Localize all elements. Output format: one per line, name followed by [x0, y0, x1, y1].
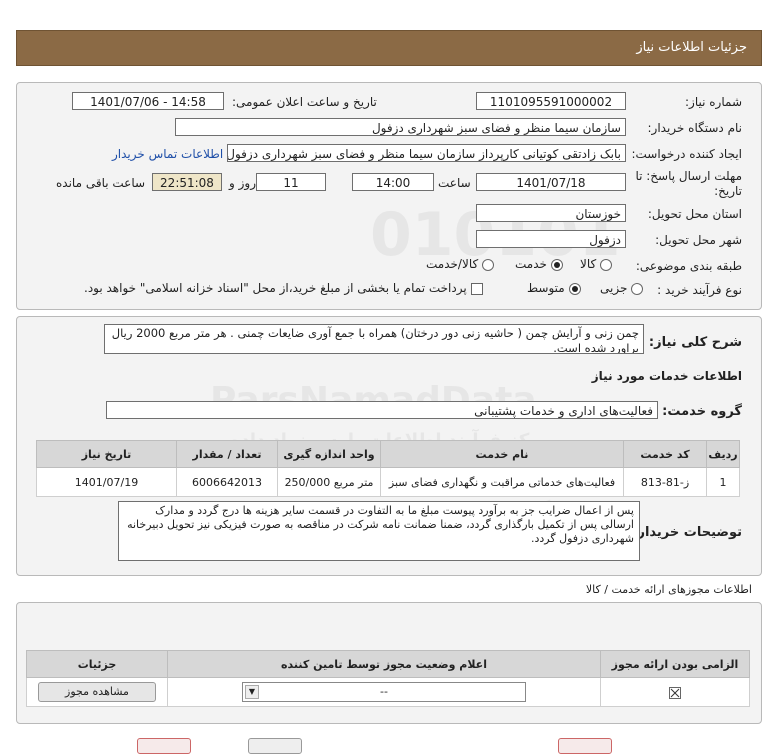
buyer-notes-text: پس از اعمال ضرایب جز به برآورد پیوست مبل… [118, 501, 640, 561]
need-number-field: 1101095591000002 [476, 92, 626, 110]
payment-text: پرداخت تمام یا بخشی از مبلغ خرید،از محل … [84, 281, 467, 295]
page-title: جزئیات اطلاعات نیاز [636, 40, 747, 55]
services-table: ردیف کد خدمت نام خدمت واحد اندازه گیری ت… [36, 440, 740, 497]
permit-required-checkbox[interactable] [669, 686, 681, 699]
category-option-both[interactable]: کالا/خدمت [426, 257, 495, 271]
category-goods-radio[interactable] [600, 258, 613, 271]
row-service-name: فعالیت‌های خدماتی مراقبت و نگهداری فضای … [380, 467, 624, 497]
services-header-row: ردیف کد خدمت نام خدمت واحد اندازه گیری ت… [36, 440, 740, 468]
row-quantity: 6006642013 [176, 467, 278, 497]
creator-field: بابک زادتقی کوتیانی کارپرداز سازمان سیما… [227, 144, 626, 162]
permit-row: ▼ -- مشاهده مجوز [26, 677, 750, 707]
buyer-notes-label: توضیحات خریدار: [632, 525, 742, 540]
process-option-minor[interactable]: جزیی [600, 281, 644, 295]
services-section-title: اطلاعات خدمات مورد نیاز [591, 369, 742, 383]
col-qty: تعداد / مقدار [176, 440, 278, 468]
category-service-radio[interactable] [550, 258, 563, 271]
row-unit: متر مربع 250/000 [277, 467, 381, 497]
col-code: کد خدمت [623, 440, 707, 468]
row-number: 1 [706, 467, 740, 497]
chevron-down-icon: ▼ [245, 685, 259, 699]
page-header: جزئیات اطلاعات نیاز [16, 30, 762, 66]
col-unit: واحد اندازه گیری [277, 440, 381, 468]
province-field: خوزستان [476, 204, 626, 222]
category-option-goods[interactable]: کالا [580, 257, 613, 271]
payment-checkbox[interactable] [470, 282, 483, 295]
col-row: ردیف [706, 440, 740, 468]
col-permit-status: اعلام وضعیت مجوز توسط تامین کننده [167, 650, 601, 678]
category-both-label: کالا/خدمت [426, 257, 479, 271]
category-both-radio[interactable] [482, 258, 495, 271]
service-group-label: گروه خدمت: [662, 404, 742, 419]
need-number-label: شماره نیاز: [685, 95, 742, 109]
buyer-field: سازمان سیما منظر و فضای سبز شهرداری دزفو… [175, 118, 626, 136]
row-code: ز-81-813 [623, 467, 707, 497]
days-field: 11 [256, 173, 326, 191]
col-permit-details: جزئیات [26, 650, 168, 678]
province-label: استان محل تحویل: [647, 207, 742, 221]
category-option-service[interactable]: خدمت [515, 257, 563, 271]
col-name: نام خدمت [380, 440, 624, 468]
category-service-label: خدمت [515, 257, 547, 271]
summary-label: شرح کلی نیاز: [648, 335, 742, 350]
permits-section-title: اطلاعات مجوزهای ارائه خدمت / کالا [585, 583, 752, 596]
creator-label: ایجاد کننده درخواست: [631, 147, 742, 161]
row-date: 1401/07/19 [36, 467, 177, 497]
col-date: تاریخ نیاز [36, 440, 177, 468]
deadline-time-field: 14:00 [352, 173, 434, 191]
deadline-date-field: 1401/07/18 [476, 173, 626, 191]
footer-button-right[interactable] [558, 738, 612, 754]
remaining-time-field: 22:51:08 [152, 173, 222, 191]
city-label: شهر محل تحویل: [655, 233, 742, 247]
footer-button-left[interactable] [137, 738, 191, 754]
process-minor-radio[interactable] [631, 282, 644, 295]
service-group-field: فعالیت‌های اداری و خدمات پشتیبانی [106, 401, 658, 419]
col-permit-required: الزامی بودن ارائه مجوز [600, 650, 750, 678]
process-minor-label: جزیی [600, 281, 628, 295]
process-medium-radio[interactable] [568, 282, 581, 295]
buyer-contact-link[interactable]: اطلاعات تماس خریدار [112, 147, 223, 161]
days-label: روز و [229, 176, 256, 190]
deadline-date-label: تاریخ: [714, 184, 742, 198]
announce-field: 1401/07/06 - 14:58 [72, 92, 224, 110]
deadline-time-label: ساعت [438, 176, 471, 190]
category-label: طبقه بندی موضوعی: [635, 259, 742, 273]
check-icon [670, 688, 680, 697]
summary-text: چمن زنی و آرایش چمن ( حاشیه زنی دور درخت… [104, 324, 644, 354]
announce-label: تاریخ و ساعت اعلان عمومی: [232, 95, 377, 109]
remaining-label: ساعت باقی مانده [56, 176, 146, 190]
process-option-medium[interactable]: متوسط [527, 281, 581, 295]
permit-status-select[interactable]: ▼ -- [242, 682, 526, 702]
process-label: نوع فرآیند خرید : [657, 283, 742, 297]
buyer-label: نام دستگاه خریدار: [647, 121, 743, 135]
need-info-panel [16, 82, 762, 310]
category-goods-label: کالا [580, 257, 597, 271]
process-medium-label: متوسط [527, 281, 565, 295]
view-permit-button[interactable]: مشاهده مجوز [38, 682, 156, 702]
payment-option[interactable]: پرداخت تمام یا بخشی از مبلغ خرید،از محل … [84, 281, 483, 295]
city-field: دزفول [476, 230, 626, 248]
permit-status-value: -- [380, 685, 388, 698]
footer-button-middle[interactable] [248, 738, 302, 754]
table-row: 1 ز-81-813 فعالیت‌های خدماتی مراقبت و نگ… [36, 467, 740, 497]
deadline-label: مهلت ارسال پاسخ: تا [635, 169, 742, 183]
permits-table: الزامی بودن ارائه مجوز اعلام وضعیت مجوز … [26, 650, 750, 707]
permits-header-row: الزامی بودن ارائه مجوز اعلام وضعیت مجوز … [26, 650, 750, 678]
